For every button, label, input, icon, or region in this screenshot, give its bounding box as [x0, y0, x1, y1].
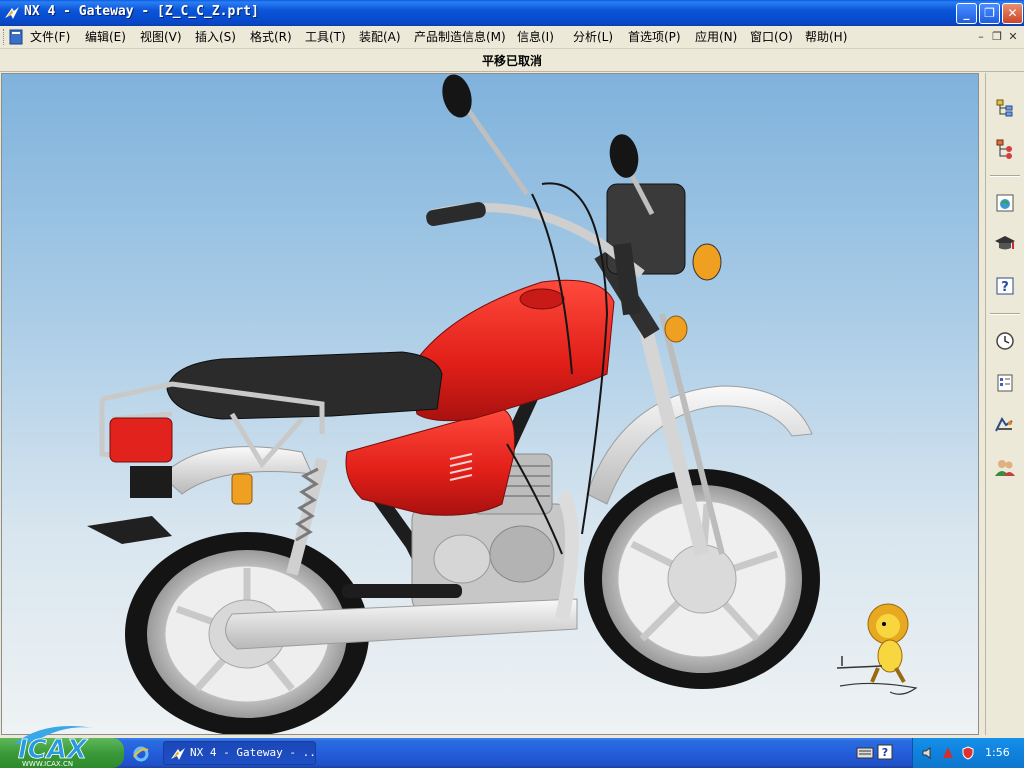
restore-button[interactable]: ❐ [979, 3, 1000, 24]
menu-grip[interactable] [3, 29, 7, 45]
assembly-navigator-icon [996, 99, 1013, 117]
nx-app-icon[interactable] [4, 5, 20, 21]
license-plate-holder [130, 466, 172, 498]
side-cover [345, 408, 515, 516]
cue-text: 平移已取消 [481, 54, 542, 68]
mdi-restore-button[interactable]: ❐ [990, 30, 1004, 44]
history-button[interactable] [991, 326, 1019, 356]
menu-analysis[interactable]: 分析(L) [573, 29, 613, 45]
menu-pmi[interactable]: 产品制造信息(M) [414, 29, 506, 45]
svg-text:?: ? [882, 746, 888, 759]
lion-mascot-icon [836, 603, 918, 695]
process-studio-button[interactable] [991, 410, 1019, 440]
nx-taskbar-icon [171, 748, 185, 760]
svg-text:?: ? [1001, 280, 1009, 295]
menu-insert[interactable]: 插入(S) [195, 29, 236, 45]
clock[interactable]: 1:56 [985, 746, 1010, 759]
minimize-button[interactable]: _ [956, 3, 977, 24]
mdi-close-button[interactable]: ✕ [1006, 30, 1020, 44]
left-mirror [442, 74, 530, 196]
menu-application[interactable]: 应用(N) [695, 29, 737, 45]
icax-logo: ICAX WWW.ICAX.CN [14, 726, 94, 768]
tail-light [109, 417, 173, 463]
roles-button[interactable] [991, 453, 1019, 483]
close-icon: ✕ [1007, 6, 1018, 20]
internet-explorer-icon[interactable] [132, 745, 150, 763]
cue-line: 平移已取消 [0, 49, 1024, 72]
assembly-navigator-button[interactable] [991, 93, 1019, 123]
close-button[interactable]: ✕ [1002, 3, 1023, 24]
menu-edit[interactable]: 编辑(E) [85, 29, 126, 45]
menu-bar: 文件(F) 编辑(E) 视图(V) 插入(S) 格式(R) 工具(T) 装配(A… [0, 26, 1024, 49]
graphics-window[interactable] [1, 73, 979, 735]
part-navigator-button[interactable] [991, 133, 1019, 163]
menu-assemblies[interactable]: 装配(A) [359, 29, 401, 45]
mdi-minimize-button[interactable]: – [974, 30, 988, 44]
menu-preferences[interactable]: 首选项(P) [628, 29, 681, 45]
front-turn-signal [664, 315, 688, 343]
front-wheel [584, 469, 820, 689]
headlight [692, 243, 722, 281]
menu-window[interactable]: 窗口(O) [750, 29, 793, 45]
menu-file[interactable]: 文件(F) [30, 29, 70, 45]
taskbar: ICAX WWW.ICAX.CN NX 4 - Gateway - ... ? … [0, 726, 1024, 768]
rear-turn-signal [231, 473, 253, 505]
help-button[interactable]: ? [991, 271, 1019, 301]
minimize-icon: _ [963, 6, 970, 20]
resource-separator [990, 175, 1020, 177]
web-browser-button[interactable] [991, 188, 1019, 218]
document-icon[interactable] [9, 29, 23, 45]
window-title: NX 4 - Gateway - [Z_C_C_Z.prt] [24, 4, 259, 19]
system-materials-button[interactable] [991, 368, 1019, 398]
speaker-icon[interactable] [921, 746, 935, 760]
fuel-cap [519, 288, 565, 310]
seat [166, 351, 443, 420]
history-icon [996, 332, 1014, 350]
menu-information[interactable]: 信息(I) [517, 29, 554, 45]
restore-icon: ❐ [984, 6, 995, 20]
security-shield-icon[interactable] [961, 746, 975, 760]
training-button[interactable] [991, 228, 1019, 258]
rear-mudflap [87, 516, 172, 544]
keyboard-icon[interactable] [856, 746, 874, 760]
part-navigator-icon [996, 139, 1012, 159]
menu-format[interactable]: 格式(R) [250, 29, 292, 45]
taskbar-nx-label: NX 4 - Gateway - ... [190, 746, 316, 759]
web-browser-icon [996, 194, 1014, 212]
footpeg [342, 584, 462, 598]
help-icon: ? [996, 277, 1014, 295]
language-help-icon[interactable]: ? [877, 744, 893, 760]
system-materials-icon [997, 374, 1013, 392]
taskbar-nx-window-button[interactable]: NX 4 - Gateway - ... [163, 741, 316, 765]
resource-bar: ? [985, 73, 1024, 735]
training-icon [995, 236, 1015, 250]
menu-view[interactable]: 视图(V) [140, 29, 182, 45]
menu-help[interactable]: 帮助(H) [805, 29, 847, 45]
menu-tools[interactable]: 工具(T) [305, 29, 346, 45]
title-bar[interactable]: NX 4 - Gateway - [Z_C_C_Z.prt] _ ❐ ✕ [0, 0, 1024, 26]
system-tray: 1:56 [912, 738, 1024, 768]
logo-text: WWW.ICAX.CN [22, 760, 73, 768]
resource-separator [990, 313, 1020, 315]
antivirus-icon[interactable] [941, 746, 955, 760]
roles-icon [995, 460, 1015, 476]
process-studio-icon [995, 417, 1013, 432]
